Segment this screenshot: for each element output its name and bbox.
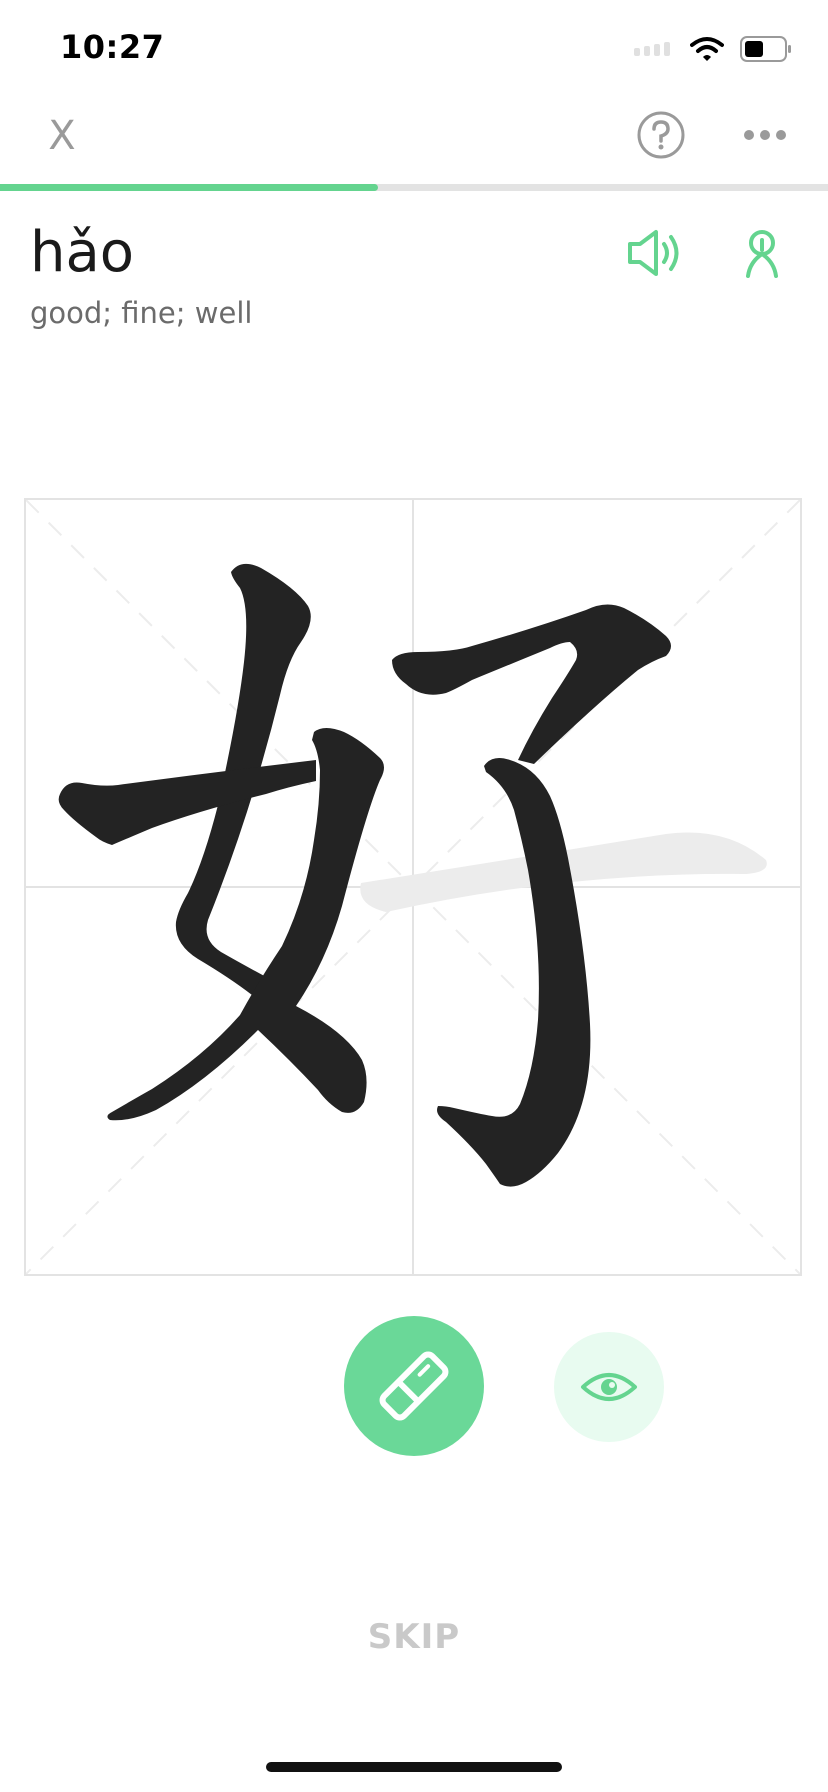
- more-button[interactable]: [740, 110, 790, 160]
- status-bar: 10:27: [0, 0, 828, 96]
- hint-button[interactable]: [554, 1332, 664, 1442]
- speaker-icon: [628, 230, 679, 276]
- eye-icon: [581, 1373, 637, 1401]
- signal-icon: [634, 42, 670, 56]
- eraser-icon: [379, 1351, 449, 1421]
- definition-text: good; fine; well: [30, 296, 253, 330]
- eraser-button[interactable]: [344, 1316, 484, 1456]
- lesson-progress-bar: [0, 184, 828, 191]
- lesson-progress-fill: [0, 184, 379, 191]
- close-button[interactable]: X: [38, 112, 86, 160]
- close-icon: X: [48, 113, 76, 159]
- home-indicator[interactable]: [266, 1762, 562, 1772]
- writing-practice-screen: 10:27 X hǎo good; fine; well SKIP: [0, 0, 828, 1792]
- battery-icon: [740, 36, 791, 62]
- question-circle-icon: [637, 111, 685, 159]
- stroke-practice-icon: [746, 230, 778, 278]
- stroke-practice-button[interactable]: [736, 226, 788, 280]
- audio-button[interactable]: [626, 226, 686, 280]
- pinyin-text: hǎo: [30, 220, 135, 285]
- status-icons: [634, 34, 792, 64]
- character-grid: [26, 500, 800, 1274]
- status-time: 10:27: [60, 28, 165, 66]
- character-practice-canvas[interactable]: [24, 498, 802, 1276]
- wifi-icon: [690, 37, 724, 61]
- help-button[interactable]: [636, 110, 686, 160]
- skip-button[interactable]: SKIP: [314, 1612, 514, 1662]
- header: X: [0, 96, 828, 186]
- ellipsis-icon: [744, 130, 786, 140]
